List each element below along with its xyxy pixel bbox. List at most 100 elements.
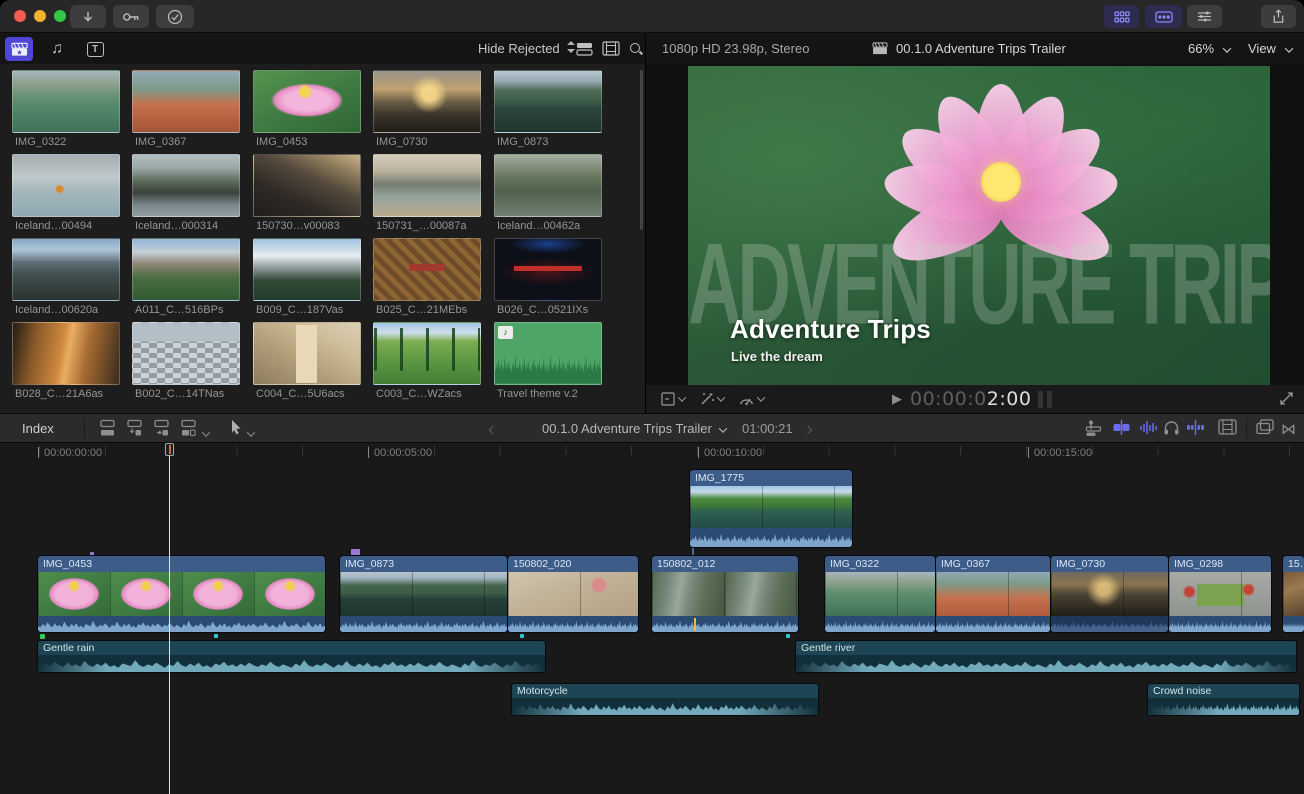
clip-height-button[interactable]	[576, 42, 593, 61]
sidebar-tab-photos-audio[interactable]: ♫	[43, 37, 71, 61]
insert-edit-button[interactable]	[125, 419, 144, 442]
timeline-video-clip[interactable]: 15…	[1282, 555, 1304, 633]
clip-thumbnail[interactable]	[12, 70, 120, 133]
effects-browser-button[interactable]	[1256, 419, 1274, 440]
browser-clip[interactable]: B009_C…187Vas	[253, 238, 361, 316]
retime-menu-button[interactable]	[738, 392, 766, 407]
browser-scrollbar[interactable]	[640, 70, 643, 230]
clip-thumbnail[interactable]	[132, 70, 240, 133]
clip-thumbnail[interactable]	[253, 322, 361, 385]
filter-popup[interactable]: Hide Rejected	[478, 41, 576, 56]
timeline-audio-clip[interactable]: Gentle rain	[37, 640, 546, 673]
browser-clip[interactable]: Iceland…00620a	[12, 238, 120, 316]
effects-menu-button[interactable]	[699, 391, 726, 407]
timeline-video-clip[interactable]: IMG_0453	[37, 555, 326, 633]
view-popup[interactable]: View	[1248, 41, 1293, 56]
append-edit-button[interactable]	[152, 419, 171, 442]
browser-clip[interactable]: Iceland…00462a	[494, 154, 602, 232]
search-button[interactable]	[629, 42, 643, 61]
minimize-button[interactable]	[34, 10, 46, 22]
timeline-audio-clip[interactable]: Gentle river	[795, 640, 1297, 673]
browser-clip[interactable]: C004_C…5U6acs	[253, 322, 361, 400]
clip-thumbnail[interactable]	[132, 322, 240, 385]
share-button[interactable]	[1261, 5, 1296, 28]
connect-edit-button[interactable]	[98, 419, 117, 442]
background-tasks-button[interactable]	[156, 5, 194, 28]
clip-thumbnail[interactable]	[132, 238, 240, 301]
clip-thumbnail[interactable]	[132, 154, 240, 217]
clip-thumbnail[interactable]	[253, 70, 361, 133]
browser-clip[interactable]: Iceland…000314	[132, 154, 240, 232]
zoom-button[interactable]	[54, 10, 66, 22]
clip-thumbnail[interactable]	[12, 322, 120, 385]
show-timeline-button[interactable]	[1145, 5, 1182, 28]
timeline-video-clip[interactable]: IMG_0873	[339, 555, 508, 633]
browser-clip[interactable]: IMG_0453	[253, 70, 361, 148]
browser-clip[interactable]: 150731_…00087a	[373, 154, 481, 232]
playhead-handle[interactable]	[165, 443, 174, 456]
video-frame[interactable]: ADVENTURE TRIPS Adventure Trips Live the…	[688, 66, 1270, 385]
index-button[interactable]: Index	[22, 421, 54, 436]
viewer-zoom-popup[interactable]: 66%	[1188, 41, 1231, 56]
tool-select-button[interactable]	[230, 419, 243, 441]
timeline-video-clip[interactable]: IMG_0322	[824, 555, 936, 633]
timeline-video-clip[interactable]: IMG_0298	[1168, 555, 1272, 633]
timeline-video-clip[interactable]: IMG_0730	[1050, 555, 1169, 633]
keyword-editor-button[interactable]	[113, 5, 149, 28]
clip-thumbnail[interactable]	[253, 238, 361, 301]
clip-thumbnail[interactable]	[494, 70, 602, 133]
clip-thumbnail[interactable]	[373, 154, 481, 217]
browser-clip[interactable]: B025_C…21MEbs	[373, 238, 481, 316]
clip-thumbnail[interactable]	[494, 154, 602, 217]
browser-clip[interactable]: IMG_0367	[132, 70, 240, 148]
show-browser-button[interactable]	[1104, 5, 1139, 28]
clip-appearance-button[interactable]	[1218, 419, 1237, 440]
trim-tool-button[interactable]	[1085, 419, 1102, 442]
playhead[interactable]	[165, 443, 174, 794]
browser-clip[interactable]: 150730…v00083	[253, 154, 361, 232]
timeline-audio-clip[interactable]: Crowd noise	[1147, 683, 1300, 716]
timeline-video-clip[interactable]: IMG_0367	[935, 555, 1051, 633]
clip-thumbnail[interactable]	[253, 154, 361, 217]
timeline-video-clip[interactable]: 150802_020	[507, 555, 639, 633]
play-button[interactable]: ▶	[892, 391, 902, 407]
connected-clip[interactable]: IMG_1775	[689, 469, 853, 548]
audio-clip-thumbnail[interactable]: ♪	[494, 322, 602, 385]
clip-thumbnail[interactable]	[494, 238, 602, 301]
browser-clip[interactable]: B028_C…21A6as	[12, 322, 120, 400]
overwrite-edit-button[interactable]	[179, 419, 198, 442]
timeline-audio-clip[interactable]: Motorcycle	[511, 683, 819, 716]
solo-toggle[interactable]	[1163, 419, 1180, 441]
browser-clip[interactable]: C003_C…WZacs	[373, 322, 481, 400]
sidebar-tab-libraries[interactable]	[5, 37, 33, 61]
close-button[interactable]	[14, 10, 26, 22]
transitions-browser-button[interactable]: ⋈	[1281, 420, 1296, 438]
transform-menu-button[interactable]	[660, 391, 687, 407]
previous-project-button[interactable]	[488, 421, 498, 436]
import-media-button[interactable]	[70, 5, 106, 28]
clip-thumbnail[interactable]	[373, 238, 481, 301]
timeline-project-popup[interactable]: 00.1.0 Adventure Trips Trailer	[542, 421, 728, 436]
clip-thumbnail[interactable]	[373, 322, 481, 385]
timeline-video-clip[interactable]: 150802_012	[651, 555, 799, 633]
snapping-toggle[interactable]	[1186, 419, 1205, 441]
browser-clip[interactable]: B026_C…0521IXs	[494, 238, 602, 316]
browser-view-button[interactable]	[602, 41, 620, 61]
show-inspector-button[interactable]	[1187, 5, 1222, 28]
fullscreen-button[interactable]	[1279, 391, 1294, 411]
clip-thumbnail[interactable]	[12, 238, 120, 301]
browser-clip[interactable]: IMG_0873	[494, 70, 602, 148]
timeline-ruler[interactable]: 00:00:00:00 00:00:05:00 00:00:10:00 00:0…	[0, 443, 1304, 463]
browser-clip[interactable]: Iceland…00494	[12, 154, 120, 232]
skimming-toggle[interactable]	[1112, 419, 1131, 441]
browser-clip[interactable]: IMG_0730	[373, 70, 481, 148]
browser-clip[interactable]: A011_C…516BPs	[132, 238, 240, 316]
clip-thumbnail[interactable]	[12, 154, 120, 217]
browser-clip[interactable]: IMG_0322	[12, 70, 120, 148]
audio-skimming-toggle[interactable]	[1139, 419, 1158, 441]
sidebar-tab-titles-generators[interactable]: T	[81, 37, 109, 61]
clip-thumbnail[interactable]	[373, 70, 481, 133]
browser-clip[interactable]: ♪ Travel theme v.2	[494, 322, 602, 400]
browser-clip[interactable]: B002_C…14TNas	[132, 322, 240, 400]
next-project-button[interactable]	[803, 421, 813, 436]
